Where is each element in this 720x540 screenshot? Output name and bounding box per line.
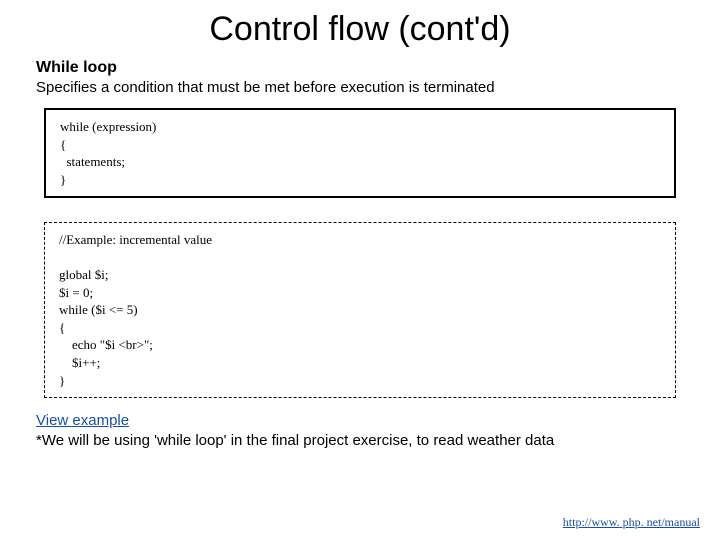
example-code-box: //Example: incremental value global $i; …: [44, 222, 676, 398]
syntax-code-box: while (expression) { statements; }: [44, 108, 676, 198]
page-title: Control flow (cont'd): [36, 10, 684, 49]
section-heading: While loop: [36, 59, 684, 77]
footer-manual-link[interactable]: http://www. php. net/manual: [563, 515, 700, 530]
footnote-text: *We will be using 'while loop' in the fi…: [36, 432, 684, 449]
section-description: Specifies a condition that must be met b…: [36, 79, 684, 96]
view-example-link[interactable]: View example: [36, 412, 129, 429]
